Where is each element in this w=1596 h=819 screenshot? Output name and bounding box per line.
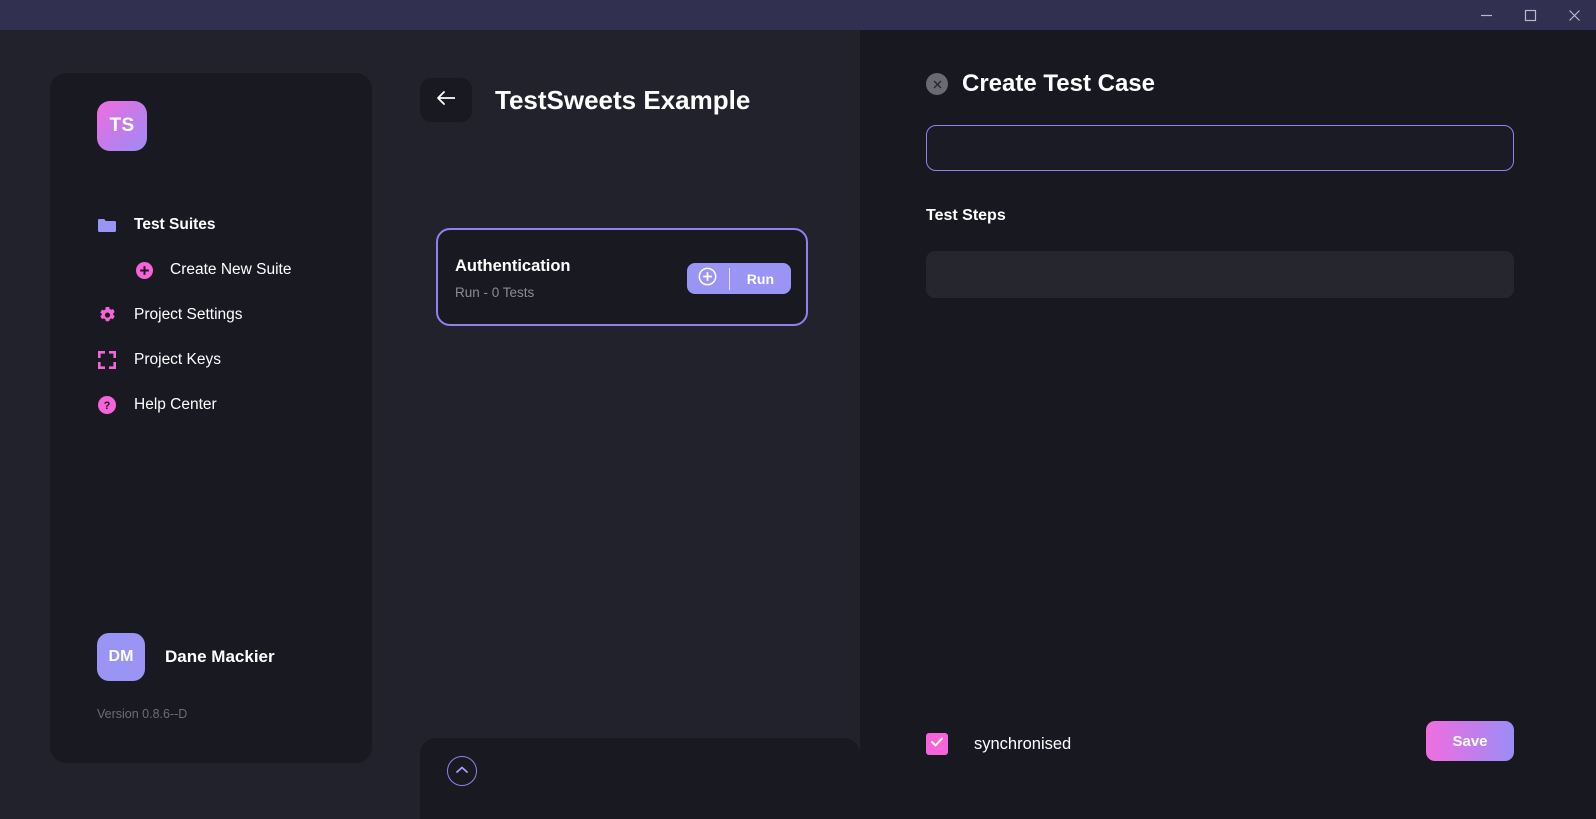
window-maximize-button[interactable] — [1508, 0, 1552, 30]
right-panel-header: Create Test Case — [926, 70, 1155, 98]
avatar-initials: DM — [108, 648, 134, 665]
run-button[interactable]: Run — [730, 271, 791, 287]
sidebar-item-project-settings[interactable]: Project Settings — [50, 295, 372, 335]
sidebar-item-label: Project Settings — [134, 306, 243, 323]
window-minimize-button[interactable] — [1464, 0, 1508, 30]
check-icon — [930, 735, 944, 753]
center-header: TestSweets Example — [420, 78, 750, 122]
test-suite-subtitle: Run - 0 Tests — [455, 285, 535, 300]
sidebar: TS Test Suites Create New Suite Project … — [50, 73, 372, 763]
add-test-button[interactable] — [687, 263, 729, 294]
test-steps-list[interactable] — [926, 251, 1514, 298]
window-titlebar — [0, 0, 1596, 30]
workspace: TS Test Suites Create New Suite Project … — [0, 30, 1596, 819]
page-title: TestSweets Example — [495, 84, 751, 115]
folder-icon — [98, 218, 124, 233]
version-label: Version 0.8.6--D — [97, 707, 188, 721]
sidebar-item-create-new-suite[interactable]: Create New Suite — [50, 250, 372, 290]
synchronised-row[interactable]: synchronised — [926, 733, 1071, 755]
sidebar-item-label: Help Center — [134, 396, 217, 413]
plus-circle-icon — [136, 261, 162, 279]
sidebar-item-label: Test Suites — [134, 216, 216, 233]
user-name: Dane Mackier — [165, 647, 275, 666]
avatar: DM — [97, 633, 145, 681]
save-button[interactable]: Save — [1426, 721, 1514, 761]
chevron-up-icon — [455, 762, 469, 780]
collapse-button[interactable] — [447, 756, 477, 786]
close-circle-icon[interactable] — [926, 73, 948, 95]
run-control-group: Run — [686, 263, 791, 294]
svg-text:?: ? — [104, 400, 111, 412]
bottom-dock — [420, 738, 860, 819]
app-logo-text: TS — [109, 115, 135, 136]
gear-icon — [98, 306, 124, 325]
sidebar-item-project-keys[interactable]: Project Keys — [50, 340, 372, 380]
right-panel-title: Create Test Case — [962, 70, 1155, 97]
back-button[interactable] — [420, 78, 472, 122]
synchronised-label: synchronised — [974, 734, 1072, 753]
synchronised-checkbox[interactable] — [926, 733, 948, 755]
plus-circle-icon — [698, 267, 717, 291]
window-close-button[interactable] — [1552, 0, 1596, 30]
test-case-name-input[interactable] — [926, 125, 1514, 171]
sidebar-item-test-suites[interactable]: Test Suites — [50, 205, 372, 245]
sidebar-item-label: Create New Suite — [170, 261, 292, 278]
test-suite-card[interactable]: Authentication Run - 0 Tests Run — [436, 228, 808, 326]
app-logo: TS — [97, 101, 147, 151]
sidebar-item-label: Project Keys — [134, 351, 222, 368]
run-divider — [728, 267, 730, 290]
keys-icon — [98, 351, 124, 369]
test-suite-name: Authentication — [455, 257, 571, 275]
question-circle-icon: ? — [98, 396, 124, 414]
test-steps-label: Test Steps — [926, 207, 1006, 224]
arrow-left-icon — [436, 90, 456, 111]
sidebar-nav: Test Suites Create New Suite Project Set… — [50, 205, 372, 425]
user-profile[interactable]: DM Dane Mackier — [97, 633, 275, 681]
sidebar-item-help-center[interactable]: ? Help Center — [50, 385, 372, 425]
